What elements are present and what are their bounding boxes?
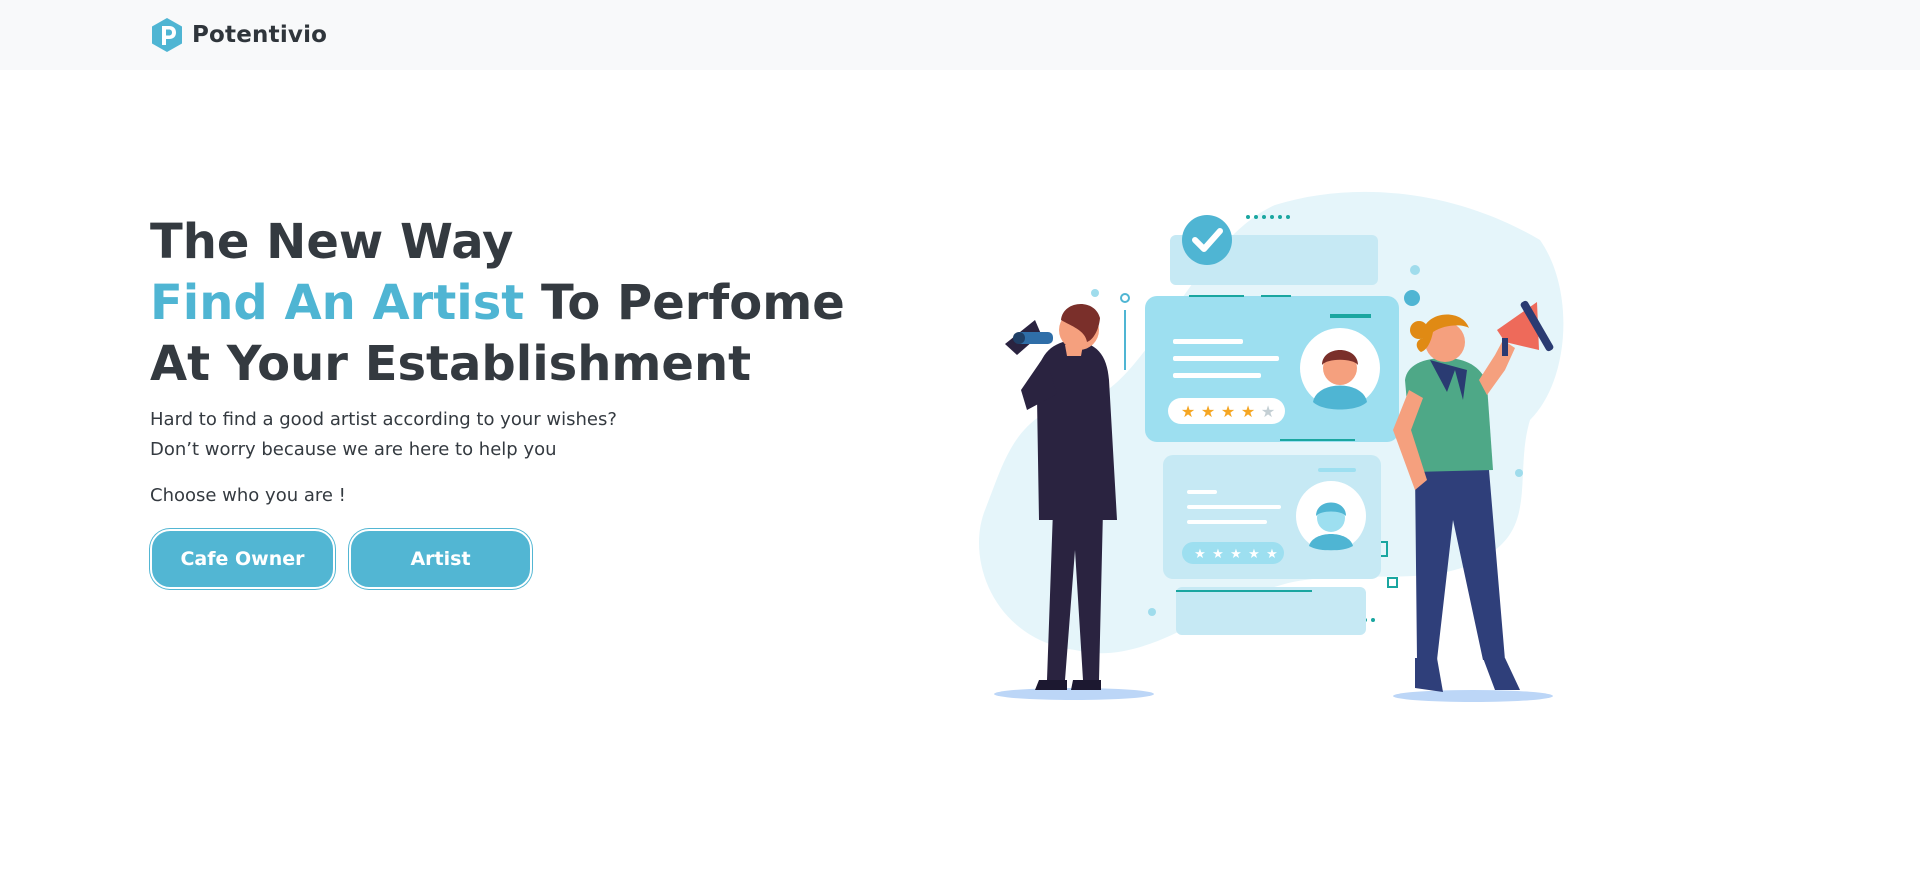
- choose-prompt: Choose who you are !: [150, 485, 346, 506]
- headline-line-3: At Your Establishment: [150, 336, 752, 392]
- svg-text:★: ★: [1241, 402, 1255, 421]
- dot-accent: [1515, 469, 1523, 477]
- svg-text:★: ★: [1181, 402, 1195, 421]
- dot-accent: [1410, 265, 1420, 275]
- headline-line-2: Find An Artist To Perfome: [150, 273, 910, 334]
- square-outline: [1387, 577, 1398, 588]
- dot-accent: [1404, 290, 1420, 306]
- star-rating: ★ ★ ★ ★ ★: [1181, 402, 1275, 421]
- card-tab-bottom: [1176, 587, 1366, 635]
- artist-button[interactable]: Artist: [349, 529, 532, 589]
- headline-line-2-rest: To Perfome: [524, 275, 845, 331]
- navbar: Potentivio: [0, 0, 1920, 70]
- svg-text:★: ★: [1261, 402, 1275, 421]
- svg-text:★: ★: [1266, 547, 1278, 562]
- svg-text:★: ★: [1221, 402, 1235, 421]
- headline-line-1: The New Way: [150, 214, 514, 270]
- hero-subtext: Hard to find a good artist according to …: [150, 405, 910, 465]
- svg-text:★: ★: [1248, 547, 1260, 562]
- headline-accent: Find An Artist: [150, 275, 525, 331]
- svg-text:★: ★: [1212, 547, 1224, 562]
- svg-text:★: ★: [1201, 402, 1215, 421]
- check-badge-icon: [1182, 215, 1232, 265]
- subtext-line-1: Hard to find a good artist according to …: [150, 409, 617, 430]
- svg-text:★: ★: [1194, 547, 1206, 562]
- brand-link[interactable]: Potentivio: [150, 0, 327, 70]
- brand-logo-icon: [152, 18, 182, 52]
- hero-illustration: ★ ★ ★ ★ ★ ★ ★ ★ ★ ★: [979, 191, 1564, 702]
- dot-accent: [1148, 608, 1156, 616]
- hero-section: The New Way Find An Artist To Perfome At…: [150, 212, 910, 589]
- svg-text:★: ★: [1230, 547, 1242, 562]
- dot-accent: [1091, 289, 1099, 297]
- cafe-owner-button[interactable]: Cafe Owner: [150, 529, 335, 589]
- subtext-line-2: Don’t worry because we are here to help …: [150, 439, 557, 460]
- brand-name: Potentivio: [192, 22, 328, 48]
- hero-headline: The New Way Find An Artist To Perfome At…: [150, 212, 910, 395]
- role-button-group: Cafe Owner Artist: [150, 529, 910, 589]
